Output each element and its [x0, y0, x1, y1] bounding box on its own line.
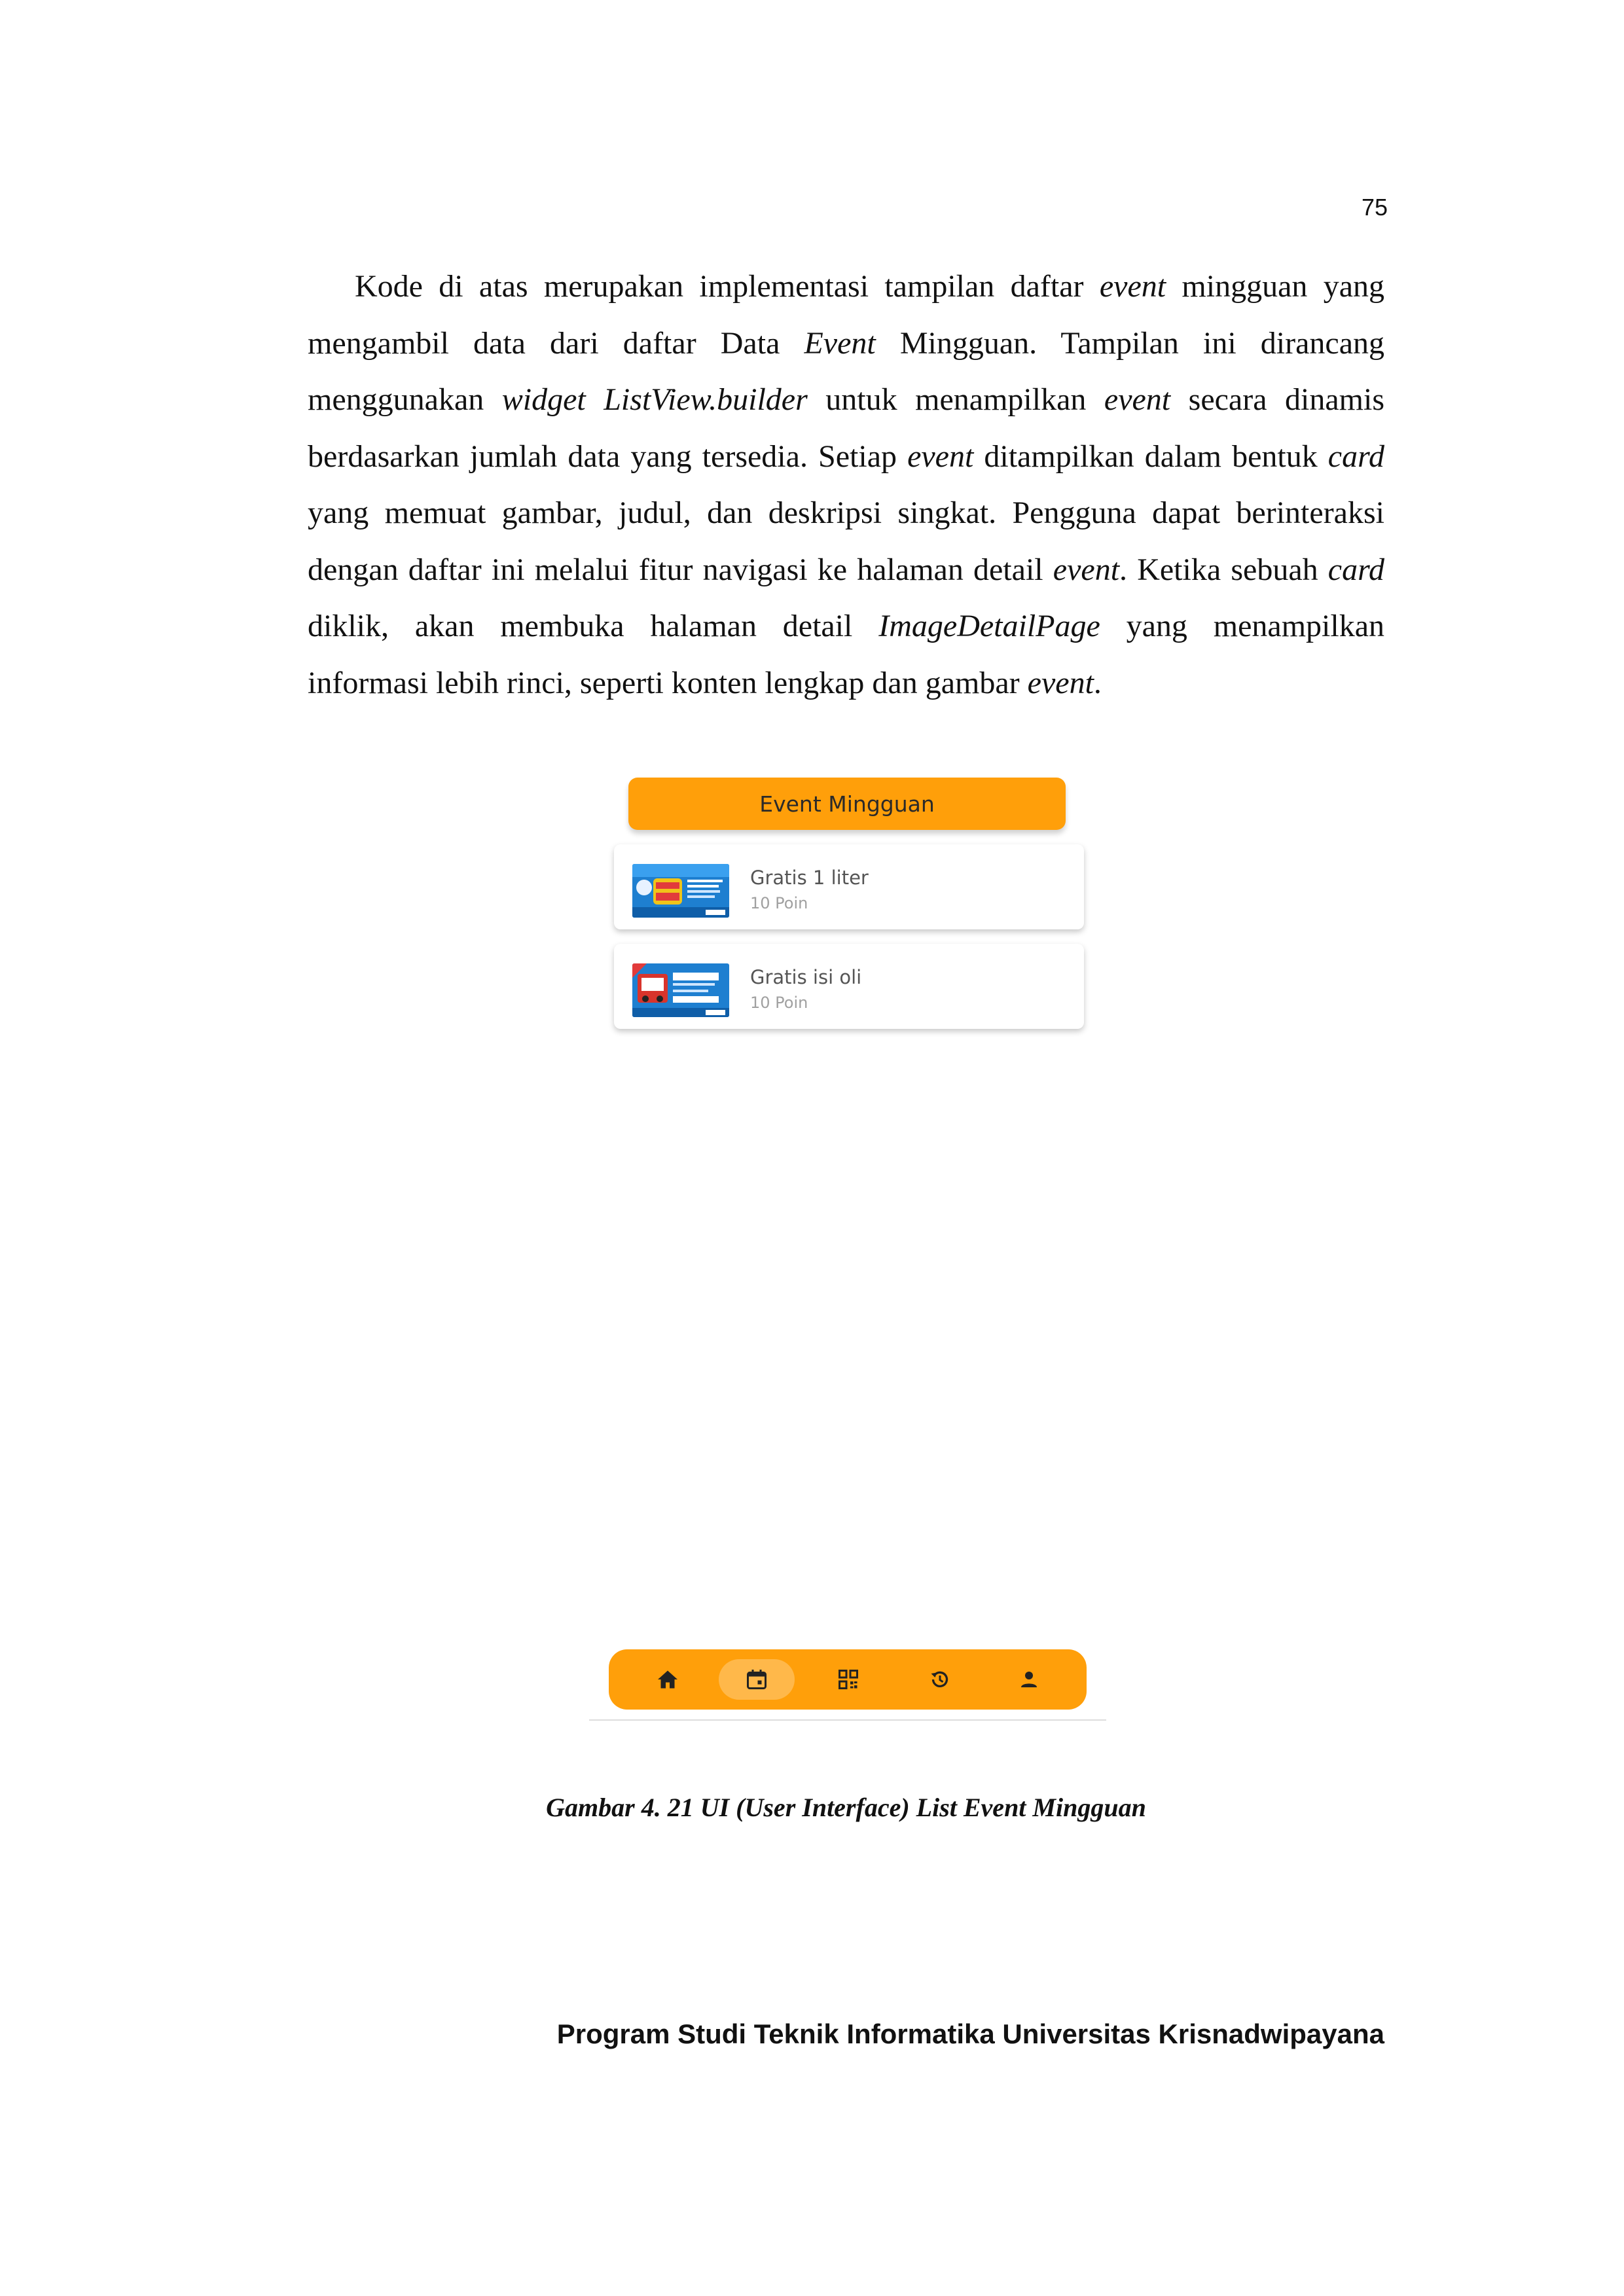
nav-item-scan[interactable]	[829, 1660, 868, 1699]
event-card[interactable]: Gratis isi oli 10 Poin	[614, 944, 1084, 1029]
text-run: Event	[804, 325, 876, 361]
text-run: event	[907, 439, 974, 474]
text-run: untuk menampilkan	[807, 382, 1104, 417]
nav-item-events[interactable]	[737, 1660, 776, 1699]
figure-caption: Gambar 4. 21 UI (User Interface) List Ev…	[546, 1793, 1146, 1822]
event-list-header: Event Mingguan	[628, 778, 1066, 830]
nav-item-home[interactable]	[648, 1660, 687, 1699]
body-paragraph: Kode di atas merupakan implementasi tamp…	[308, 259, 1384, 711]
text-run: event	[1099, 269, 1166, 304]
home-icon	[658, 1670, 677, 1689]
text-run: . Ketika sebuah	[1119, 552, 1328, 587]
text-run: event	[1053, 552, 1120, 587]
text-run: card	[1327, 552, 1384, 587]
text-run: event	[1104, 382, 1171, 417]
qr-code-icon	[839, 1670, 858, 1689]
event-points: 10 Poin	[750, 994, 808, 1012]
event-title: Gratis isi oli	[750, 966, 862, 988]
text-run: card	[1327, 439, 1384, 474]
screen-bottom-divider	[589, 1719, 1106, 1721]
event-thumbnail	[632, 963, 729, 1017]
page-number: 75	[1361, 194, 1388, 221]
calendar-icon	[747, 1670, 767, 1689]
nav-item-profile[interactable]	[1009, 1660, 1049, 1699]
text-run: widget ListView.builder	[501, 382, 808, 417]
event-points: 10 Poin	[750, 894, 808, 912]
event-title: Gratis 1 liter	[750, 867, 869, 889]
event-image	[632, 963, 729, 1017]
nav-item-history[interactable]	[920, 1660, 960, 1699]
page-footer: Program Studi Teknik Informatika Univers…	[556, 2018, 1384, 2049]
profile-icon	[1021, 1672, 1037, 1687]
text-run: diklik, akan membuka halaman detail	[308, 609, 879, 643]
app-screenshot: Event Mingguan Gratis 1 liter 10 Poin Gr…	[589, 772, 1113, 1728]
event-card[interactable]: Gratis 1 liter 10 Poin	[614, 844, 1084, 929]
text-run: ImageDetailPage	[878, 609, 1100, 643]
text-run: event	[1027, 665, 1094, 700]
history-icon	[931, 1671, 948, 1687]
text-run: ditampilkan dalam bentuk	[973, 439, 1328, 474]
event-thumbnail	[632, 864, 729, 918]
event-image	[632, 864, 729, 918]
text-run: .	[1093, 665, 1102, 700]
text-run: Kode di atas merupakan implementasi tamp…	[355, 269, 1100, 304]
bottom-navigation-bar	[609, 1649, 1087, 1710]
